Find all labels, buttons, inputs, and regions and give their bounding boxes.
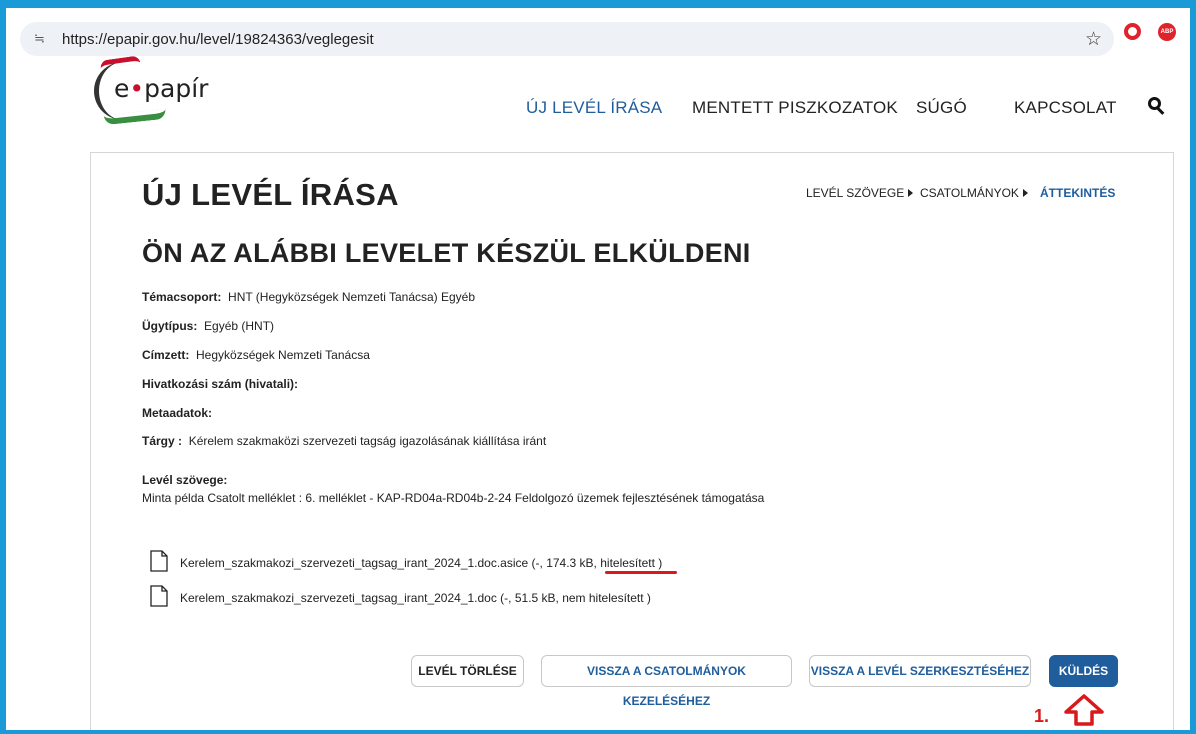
section-title: ÖN AZ ALÁBBI LEVELET KÉSZÜL ELKÜLDENI	[142, 238, 751, 268]
adblock-extension-icon[interactable]: ABP	[1158, 23, 1176, 41]
search-icon[interactable]	[1148, 97, 1166, 115]
send-button[interactable]: KÜLDÉS	[1049, 655, 1118, 687]
page-title: ÚJ LEVÉL ÍRÁSA	[142, 177, 399, 212]
back-to-attachments-button[interactable]: VISSZA A CSATOLMÁNYOK KEZELÉSÉHEZ	[541, 655, 792, 708]
browser-toolbar: ≒ https://epapir.gov.hu/level/19824363/v…	[6, 8, 1190, 64]
step-arrow-icon	[908, 189, 914, 197]
document-icon	[150, 550, 168, 572]
delete-letter-button[interactable]: LEVÉL TÖRLÉSE	[411, 655, 524, 687]
field-case-type: Ügytípus: Egyéb (HNT)	[142, 319, 275, 333]
document-icon	[150, 585, 168, 607]
field-reference-number: Hivatkozási szám (hivatali):	[142, 377, 299, 391]
field-letter-body-label: Levél szövege:	[142, 473, 228, 487]
attachment-name[interactable]: Kerelem_szakmakozi_szervezeti_tagsag_ira…	[180, 556, 662, 570]
epapir-logo[interactable]: e•papír	[94, 55, 208, 128]
annotation-underline	[605, 571, 677, 574]
nav-contact[interactable]: KAPCSOLAT	[1014, 98, 1117, 118]
field-topic-group: Témacsoport: HNT (Hegyközségek Nemzeti T…	[142, 290, 476, 304]
back-to-edit-button[interactable]: VISSZA A LEVÉL SZERKESZTÉSÉHEZ	[809, 655, 1031, 687]
step-arrow-icon	[1022, 189, 1028, 197]
field-letter-body-value: Minta példa Csatolt melléklet : 6. mellé…	[142, 491, 765, 505]
site-settings-icon[interactable]: ≒	[34, 31, 50, 47]
step-overview[interactable]: ÁTTEKINTÉS	[1040, 186, 1115, 200]
address-bar[interactable]: ≒ https://epapir.gov.hu/level/19824363/v…	[20, 22, 1114, 56]
bookmark-star-icon[interactable]: ☆	[1085, 28, 1102, 51]
up-arrow-icon	[1064, 694, 1104, 726]
nav-help[interactable]: SÚGÓ	[916, 98, 967, 118]
opera-extension-icon[interactable]	[1124, 23, 1141, 40]
nav-new-letter[interactable]: ÚJ LEVÉL ÍRÁSA	[526, 98, 662, 118]
step-attachments[interactable]: CSATOLMÁNYOK	[920, 186, 1028, 200]
annotation-step-label: 1.	[1034, 706, 1050, 726]
field-metadata: Metaadatok:	[142, 406, 213, 420]
logo-text: e•papír	[114, 74, 209, 103]
nav-saved-drafts[interactable]: MENTETT PISZKOZATOK	[692, 98, 898, 118]
attachment-name[interactable]: Kerelem_szakmakozi_szervezeti_tagsag_ira…	[180, 591, 651, 605]
field-recipient: Címzett: Hegyközségek Nemzeti Tanácsa	[142, 348, 370, 362]
url-text[interactable]: https://epapir.gov.hu/level/19824363/veg…	[62, 31, 374, 48]
step-letter-text[interactable]: LEVÉL SZÖVEGE	[806, 186, 914, 200]
field-subject: Tárgy : Kérelem szakmaközi szervezeti ta…	[142, 434, 547, 448]
